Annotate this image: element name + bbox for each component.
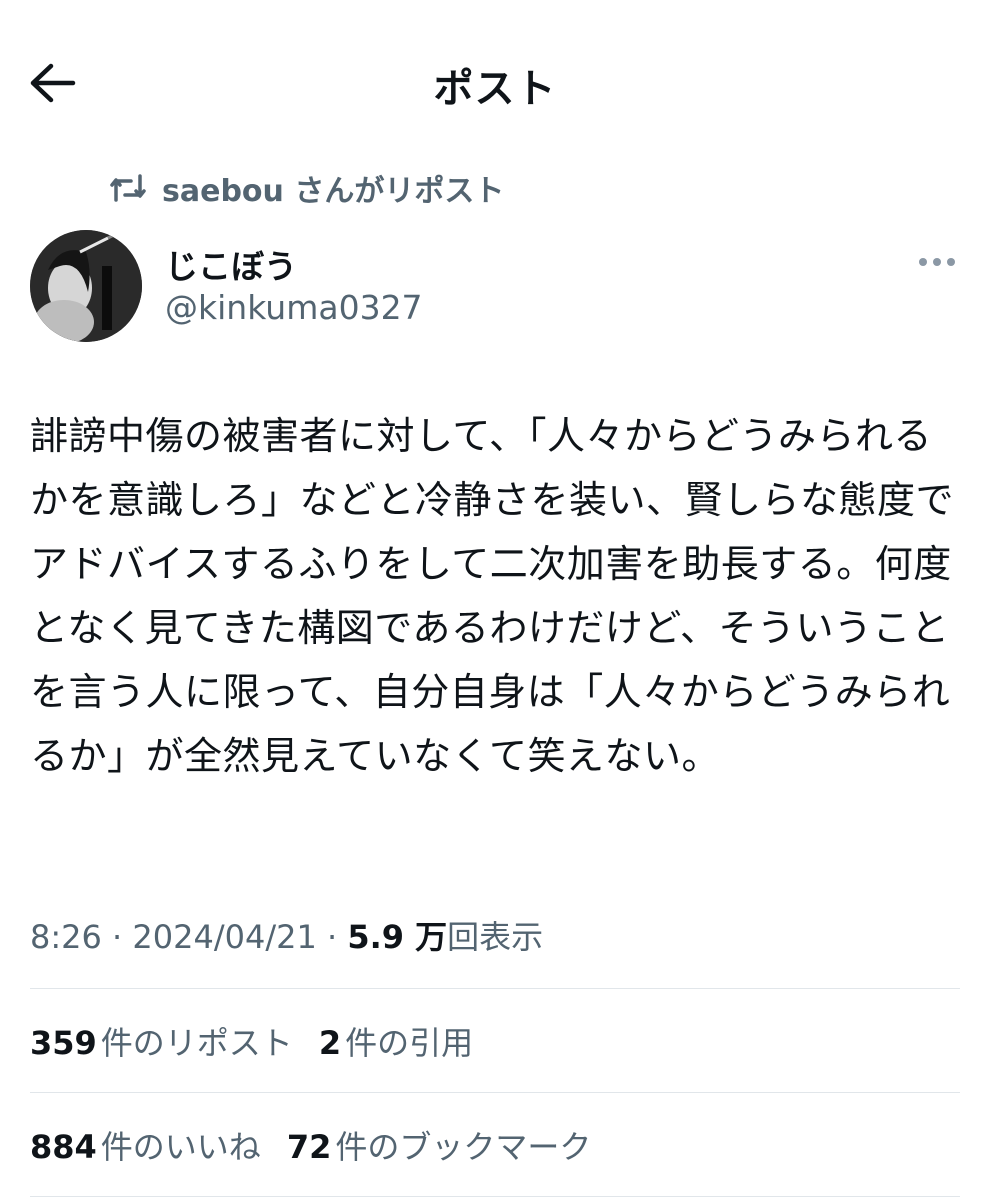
likes-label: 件のいいね — [100, 1128, 261, 1166]
post-date[interactable]: 2024/04/21 — [132, 918, 316, 956]
more-options-button[interactable] — [912, 244, 962, 280]
likes-count: 884 — [30, 1128, 97, 1166]
repost-context[interactable]: saebou さんがリポスト — [108, 168, 505, 209]
stats-row-reposts: 359 件のリポスト 2 件の引用 — [30, 1018, 499, 1064]
reposts-count: 359 — [30, 1024, 97, 1062]
quotes-label: 件の引用 — [345, 1024, 474, 1062]
likes-stat[interactable]: 884 件のいいね — [30, 1122, 261, 1168]
divider — [30, 1092, 960, 1093]
top-bar: ポスト — [0, 0, 990, 160]
quotes-stat[interactable]: 2 件の引用 — [319, 1018, 473, 1064]
page-title: ポスト — [433, 66, 557, 112]
divider — [30, 988, 960, 989]
author-handle[interactable]: @kinkuma0327 — [165, 288, 423, 327]
post-time[interactable]: 8:26 — [30, 918, 102, 956]
author-display-name[interactable]: じこぼう — [165, 240, 297, 288]
repost-icon — [108, 168, 148, 208]
post-text: 誹謗中傷の被害者に対して、「人々からどうみられるかを意識しろ」などと冷静さを装い… — [30, 414, 955, 778]
more-icon — [919, 258, 955, 266]
reposts-label: 件のリポスト — [100, 1024, 293, 1062]
views-count: 5.9 万 — [347, 918, 448, 956]
quotes-count: 2 — [318, 1024, 342, 1062]
bookmarks-stat[interactable]: 72 件のブックマーク — [287, 1122, 592, 1168]
stats-row-likes: 884 件のいいね 72 件のブックマーク — [30, 1122, 617, 1168]
bookmarks-count: 72 — [286, 1128, 332, 1166]
post-meta: 8:26 · 2024/04/21 · 5.9 万回表示 — [30, 912, 543, 958]
bookmarks-label: 件のブックマーク — [335, 1128, 592, 1166]
repost-text: saebou さんがリポスト — [162, 174, 505, 209]
meta-separator: · — [316, 918, 348, 956]
meta-separator: · — [101, 918, 133, 956]
views-label: 回表示 — [447, 918, 544, 956]
reposts-stat[interactable]: 359 件のリポスト — [30, 1018, 293, 1064]
avatar[interactable] — [30, 230, 142, 342]
divider — [30, 1196, 960, 1197]
